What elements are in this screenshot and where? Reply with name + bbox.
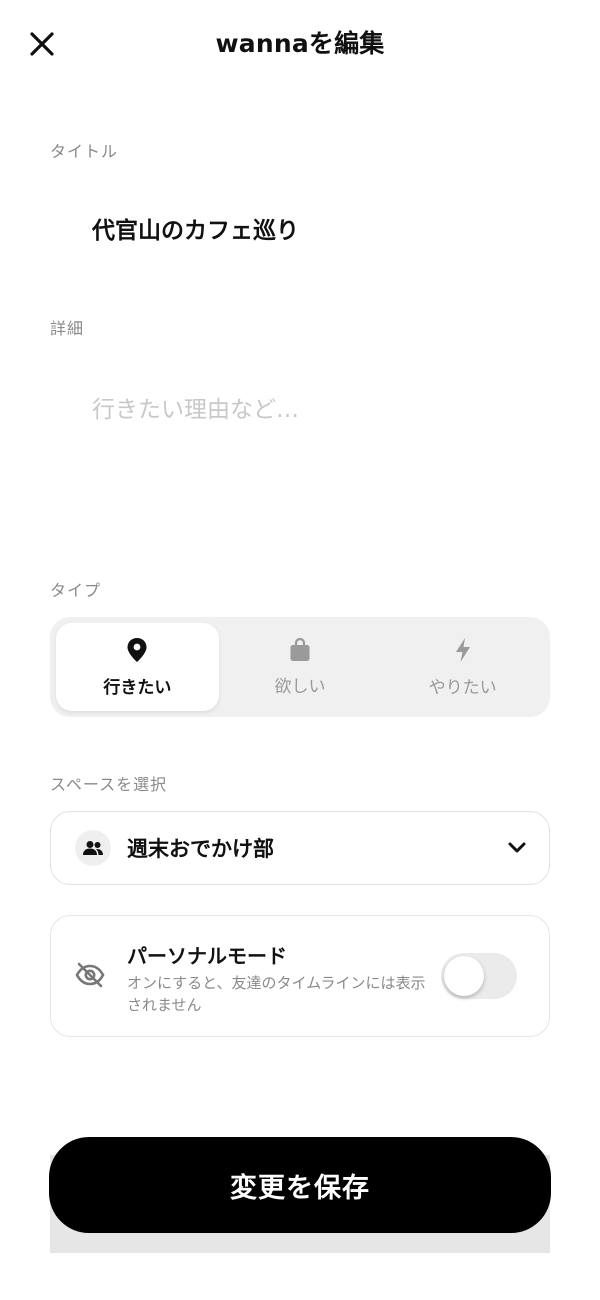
detail-input[interactable] [50, 382, 550, 532]
group-icon [83, 841, 103, 855]
location-pin-icon [127, 637, 147, 662]
personal-mode-card: パーソナルモード オンにすると、友達のタイムラインには表示されません [50, 915, 550, 1037]
title-input[interactable] [50, 196, 550, 260]
shopping-bag-icon [290, 637, 310, 661]
personal-mode-toggle[interactable] [441, 953, 517, 999]
type-segmented-control: 行きたい 欲しい やりたい [50, 617, 550, 717]
type-option-want-to-have[interactable]: 欲しい [219, 623, 382, 711]
space-dropdown[interactable]: 週末おでかけ部 [50, 811, 550, 885]
toggle-knob [444, 956, 484, 996]
title-label: タイトル [50, 142, 119, 161]
personal-mode-description: オンにすると、友達のタイムラインには表示されません [127, 974, 426, 1014]
detail-label: 詳細 [50, 319, 85, 338]
personal-mode-title: パーソナルモード [127, 944, 287, 968]
chevron-down-icon [508, 842, 526, 853]
type-option-label: 行きたい [103, 677, 172, 698]
save-button[interactable]: 変更を保存 [49, 1137, 551, 1233]
eye-off-icon [75, 962, 105, 988]
page-title: wannaを編集 [215, 29, 385, 58]
type-option-label: やりたい [428, 677, 497, 698]
space-selected-value: 週末おでかけ部 [127, 837, 274, 861]
edit-wanna-screen: wannaを編集 タイトル 詳細 タイプ 行きたい 欲しい やりたい スペー [0, 0, 600, 1300]
header: wannaを編集 [0, 0, 600, 88]
lightning-bolt-icon [455, 637, 470, 662]
type-option-want-to-do[interactable]: やりたい [381, 623, 544, 711]
type-option-want-to-go[interactable]: 行きたい [56, 623, 219, 711]
type-label: タイプ [50, 581, 102, 600]
type-option-label: 欲しい [274, 676, 326, 697]
space-label: スペースを選択 [50, 775, 168, 794]
space-avatar [75, 830, 111, 866]
